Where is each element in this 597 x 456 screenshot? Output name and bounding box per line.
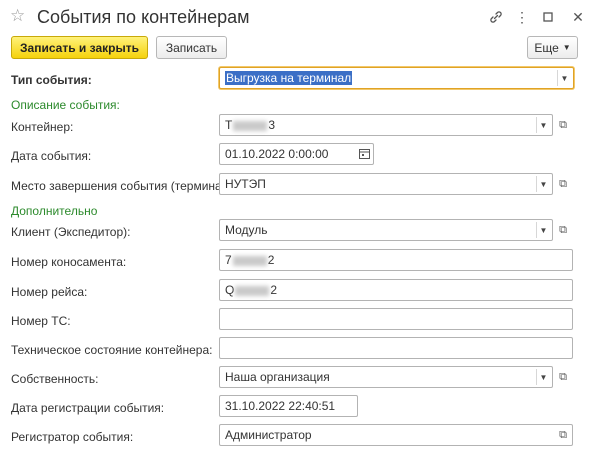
- event-date-value: 01.10.2022 0:00:00: [225, 147, 329, 161]
- dropdown-icon[interactable]: ▼: [536, 176, 550, 192]
- open-form-icon[interactable]: ⧉: [554, 174, 572, 194]
- client-select[interactable]: Модуль ▼: [219, 219, 553, 241]
- voyage-number-label: Номер рейса:: [11, 285, 88, 299]
- redacted-blur: [232, 255, 267, 266]
- section-description: Описание события:: [11, 98, 120, 112]
- ownership-label: Собственность:: [11, 372, 99, 386]
- bill-of-lading-value-end: 2: [267, 253, 275, 267]
- end-place-select[interactable]: НУТЭП ▼: [219, 173, 553, 195]
- maximize-icon[interactable]: [539, 8, 557, 26]
- container-value-start: T: [225, 118, 233, 132]
- bill-of-lading-value-start: 7: [225, 253, 232, 267]
- registrar-field[interactable]: Администратор ⧉: [219, 424, 573, 446]
- calendar-icon[interactable]: [358, 147, 370, 159]
- section-additional: Дополнительно: [11, 204, 98, 218]
- container-label: Контейнер:: [11, 120, 74, 134]
- title-bar: ☆ События по контейнерам ⋮ ✕: [0, 0, 597, 34]
- redacted-blur: [235, 285, 270, 296]
- open-form-icon[interactable]: ⧉: [554, 115, 572, 135]
- open-form-icon[interactable]: ⧉: [554, 367, 572, 387]
- bill-of-lading-label: Номер коносамента:: [11, 255, 127, 269]
- dropdown-icon[interactable]: ▼: [557, 70, 571, 86]
- vehicle-number-input[interactable]: [219, 308, 573, 330]
- registration-date-value: 31.10.2022 22:40:51: [225, 399, 336, 413]
- ownership-select[interactable]: Наша организация ▼: [219, 366, 553, 388]
- event-type-label: Тип события:: [11, 73, 92, 87]
- link-icon[interactable]: [487, 8, 505, 26]
- save-and-close-button[interactable]: Записать и закрыть: [11, 36, 148, 59]
- end-place-value: НУТЭП: [225, 177, 266, 191]
- vehicle-number-label: Номер ТС:: [11, 314, 71, 328]
- more-button[interactable]: Еще ▼: [527, 36, 578, 59]
- event-date-field[interactable]: 01.10.2022 0:00:00: [219, 143, 374, 165]
- more-icon[interactable]: ⋮: [513, 8, 531, 26]
- save-button[interactable]: Записать: [156, 36, 227, 59]
- more-button-label: Еще: [534, 40, 559, 55]
- client-label: Клиент (Экспедитор):: [11, 225, 131, 239]
- event-type-value: Выгрузка на терминал: [225, 71, 353, 85]
- registrar-label: Регистратор события:: [11, 430, 134, 444]
- tech-state-input[interactable]: [219, 337, 573, 359]
- registration-date-field: 31.10.2022 22:40:51: [219, 395, 358, 417]
- open-form-icon[interactable]: ⧉: [554, 220, 572, 240]
- voyage-number-value-start: Q: [225, 283, 235, 297]
- command-bar: Записать и закрыть Записать Еще ▼: [0, 36, 597, 62]
- dropdown-icon[interactable]: ▼: [536, 117, 550, 133]
- dropdown-icon[interactable]: ▼: [536, 222, 550, 238]
- redacted-blur: [233, 120, 268, 131]
- window-title: События по контейнерам: [37, 7, 250, 27]
- open-form-icon[interactable]: ⧉: [554, 425, 572, 445]
- dropdown-icon[interactable]: ▼: [536, 369, 550, 385]
- bill-of-lading-input[interactable]: 72: [219, 249, 573, 271]
- end-place-label: Место завершения события (терминал):: [11, 179, 237, 193]
- close-icon[interactable]: ✕: [569, 8, 587, 26]
- star-icon[interactable]: ☆: [10, 7, 25, 24]
- chevron-down-icon: ▼: [562, 43, 571, 52]
- tech-state-label: Техническое состояние контейнера:: [11, 343, 213, 357]
- container-select[interactable]: T 3 ▼: [219, 114, 553, 136]
- registration-date-label: Дата регистрации события:: [11, 401, 165, 415]
- container-value-end: 3: [268, 118, 276, 132]
- voyage-number-input[interactable]: Q2: [219, 279, 573, 301]
- registrar-value: Администратор: [225, 428, 312, 442]
- ownership-value: Наша организация: [225, 370, 330, 384]
- event-date-label: Дата события:: [11, 149, 92, 163]
- client-value: Модуль: [225, 223, 268, 237]
- voyage-number-value-end: 2: [270, 283, 278, 297]
- event-type-select[interactable]: Выгрузка на терминал ▼: [219, 67, 574, 89]
